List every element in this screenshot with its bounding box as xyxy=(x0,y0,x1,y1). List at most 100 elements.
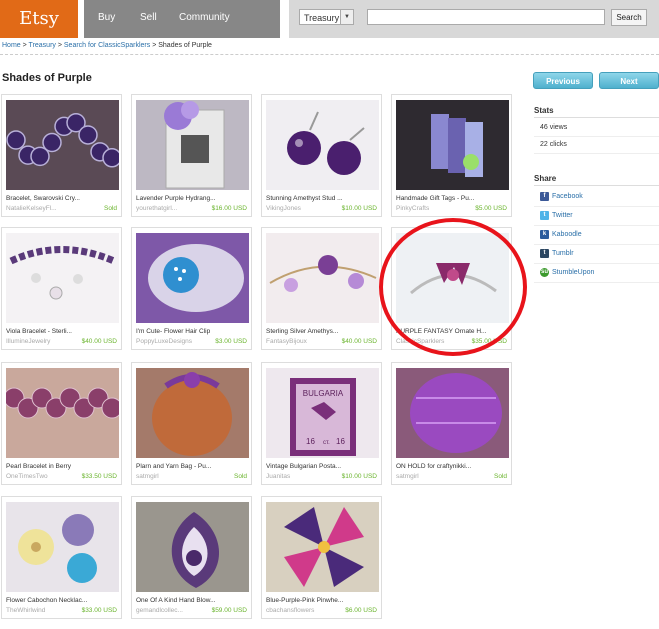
item-title[interactable]: Blue-Purple-Pink Pinwhe... xyxy=(266,597,379,604)
item-card[interactable]: Flower Cabochon Necklac... TheWhirlwind $3… xyxy=(1,496,122,619)
item-thumbnail[interactable] xyxy=(136,233,249,323)
nav-community-link[interactable]: Community xyxy=(179,12,230,23)
item-title[interactable]: ON HOLD for craftynikki... xyxy=(396,463,509,470)
next-button[interactable]: Next xyxy=(599,72,659,89)
item-seller[interactable]: PoppyLuxeDesigns xyxy=(136,338,216,345)
item-thumbnail[interactable] xyxy=(396,100,509,190)
share-tumblr-link[interactable]: t Tumblr xyxy=(534,245,659,264)
breadcrumb-search[interactable]: Search for ClassicSparklers xyxy=(64,42,150,49)
item-seller[interactable]: satmgirl xyxy=(136,473,216,480)
item-seller[interactable]: ClassicSparklers xyxy=(396,338,476,345)
item-thumbnail[interactable] xyxy=(266,502,379,592)
breadcrumb-treasury[interactable]: Treasury xyxy=(29,42,56,49)
item-title[interactable]: PURPLE FANTASY Ornate H... xyxy=(396,328,509,335)
search-button[interactable]: Search xyxy=(611,9,647,26)
item-title[interactable]: Vintage Bulgarian Posta... xyxy=(266,463,379,470)
item-title[interactable]: Bracelet, Swarovski Cry... xyxy=(6,195,119,202)
item-title[interactable]: One Of A Kind Hand Blow... xyxy=(136,597,249,604)
item-title[interactable]: Flower Cabochon Necklac... xyxy=(6,597,119,604)
item-thumbnail[interactable] xyxy=(396,368,509,458)
etsy-logo[interactable]: Etsy xyxy=(0,0,78,38)
item-title[interactable]: Lavender Purple Hydrang... xyxy=(136,195,249,202)
item-card[interactable]: Handmade Gift Tags - Pu... PinkyCrafts $5.… xyxy=(391,94,512,217)
item-image xyxy=(148,244,244,312)
item-image: BULGARIA 16 ст. 16 xyxy=(290,378,356,456)
nav-sell-link[interactable]: Sell xyxy=(140,12,157,23)
item-thumbnail[interactable] xyxy=(266,233,379,323)
previous-button[interactable]: Previous xyxy=(533,72,593,89)
item-card[interactable]: Blue-Purple-Pink Pinwhe... cbachansflower… xyxy=(261,496,382,619)
item-price: $33.00 USD xyxy=(81,607,117,614)
item-title[interactable]: Stunning Amethyst Stud ... xyxy=(266,195,379,202)
share-kaboodle-link[interactable]: k Kaboodle xyxy=(534,226,659,245)
share-facebook-link[interactable]: f Facebook xyxy=(534,188,659,207)
item-title[interactable]: Viola Bracelet - Sterli... xyxy=(6,328,119,335)
item-thumbnail[interactable]: BULGARIA 16 ст. 16 xyxy=(266,368,379,458)
breadcrumb-separator: > xyxy=(20,42,29,49)
breadcrumb-home[interactable]: Home xyxy=(2,42,21,49)
item-card[interactable]: I'm Cute- Flower Hair Clip PoppyLuxeDesig… xyxy=(131,227,252,350)
item-card[interactable]: Stunning Amethyst Stud ... VikingJones $10… xyxy=(261,94,382,217)
item-seller[interactable]: OneTimesTwo xyxy=(6,473,86,480)
item-seller[interactable]: PinkyCrafts xyxy=(396,205,476,212)
item-price: Sold xyxy=(233,473,247,480)
item-card[interactable]: Plarn and Yarn Bag - Pu... satmgirl Sold xyxy=(131,362,252,485)
item-title[interactable]: Plarn and Yarn Bag - Pu... xyxy=(136,463,249,470)
item-card[interactable]: Viola Bracelet - Sterli... IllumineJewelr… xyxy=(1,227,122,350)
item-price: $40.00 USD xyxy=(81,338,117,345)
top-bar: Etsy Buy Sell Community Treasury ▼ Searc… xyxy=(0,0,659,38)
item-title[interactable]: I'm Cute- Flower Hair Clip xyxy=(136,328,249,335)
item-price: $40.00 USD xyxy=(341,338,377,345)
item-seller[interactable]: yourethatgirl... xyxy=(136,205,216,212)
item-thumbnail[interactable] xyxy=(6,100,119,190)
stamp-country: BULGARIA xyxy=(303,389,344,398)
item-card[interactable]: Pearl Bracelet in Berry OneTimesTwo $33.50… xyxy=(1,362,122,485)
item-thumbnail[interactable] xyxy=(6,368,119,458)
item-thumbnail[interactable] xyxy=(6,502,119,592)
item-card[interactable]: ON HOLD for craftynikki... satmgirl Sold xyxy=(391,362,512,485)
stumbleupon-icon: su xyxy=(540,267,549,277)
share-twitter-link[interactable]: t Twitter xyxy=(534,207,659,226)
item-price: Sold xyxy=(103,205,117,212)
item-title[interactable]: Pearl Bracelet in Berry xyxy=(6,463,119,470)
item-seller[interactable]: TheWhirlwind xyxy=(6,607,86,614)
facebook-icon: f xyxy=(540,191,549,201)
item-image xyxy=(18,514,97,583)
item-seller[interactable]: FantasyBijoux xyxy=(266,338,346,345)
item-seller[interactable]: gemandlcollec... xyxy=(136,607,216,614)
nav-buy-link[interactable]: Buy xyxy=(98,12,115,23)
stats-panel: Stats 46 views 22 clicks xyxy=(534,106,659,154)
search-scope-value: Treasury xyxy=(304,13,340,23)
item-title[interactable]: Handmade Gift Tags - Pu... xyxy=(396,195,509,202)
item-seller[interactable]: NatalieKelseyFl... xyxy=(6,205,86,212)
item-seller[interactable]: VikingJones xyxy=(266,205,346,212)
clicks-count: 22 clicks xyxy=(534,137,659,154)
item-thumbnail[interactable] xyxy=(136,368,249,458)
item-thumbnail[interactable] xyxy=(136,502,249,592)
item-card[interactable]: Sterling Silver Amethys... FantasyBijoux $… xyxy=(261,227,382,350)
item-card[interactable]: PURPLE FANTASY Ornate H... ClassicSparkle… xyxy=(391,227,512,350)
item-card[interactable]: Lavender Purple Hydrang... yourethatgirl.… xyxy=(131,94,252,217)
item-card[interactable]: BULGARIA 16 ст. 16 Vintage Bulgarian Posta..… xyxy=(261,362,382,485)
item-price: $16.00 USD xyxy=(211,205,247,212)
item-image xyxy=(284,507,364,587)
item-seller[interactable]: Juanitas xyxy=(266,473,346,480)
item-image xyxy=(171,512,220,588)
item-seller[interactable]: IllumineJewelry xyxy=(6,338,86,345)
item-thumbnail[interactable] xyxy=(396,233,509,323)
item-thumbnail[interactable] xyxy=(6,233,119,323)
search-scope-select[interactable]: Treasury ▼ xyxy=(299,9,354,25)
divider xyxy=(0,54,659,55)
top-nav: Buy Sell Community xyxy=(84,0,280,38)
item-thumbnail[interactable] xyxy=(266,100,379,190)
search-input[interactable] xyxy=(367,9,605,25)
item-seller[interactable]: cbachansflowers xyxy=(266,607,346,614)
item-seller[interactable]: satmgirl xyxy=(396,473,476,480)
item-card[interactable]: One Of A Kind Hand Blow... gemandlcollec.… xyxy=(131,496,252,619)
twitter-icon: t xyxy=(540,210,549,220)
item-thumbnail[interactable] xyxy=(136,100,249,190)
item-card[interactable]: Bracelet, Swarovski Cry... NatalieKelseyF… xyxy=(1,94,122,217)
share-stumbleupon-link[interactable]: su StumbleUpon xyxy=(534,264,659,283)
item-title[interactable]: Sterling Silver Amethys... xyxy=(266,328,379,335)
share-label: Tumblr xyxy=(552,250,574,257)
